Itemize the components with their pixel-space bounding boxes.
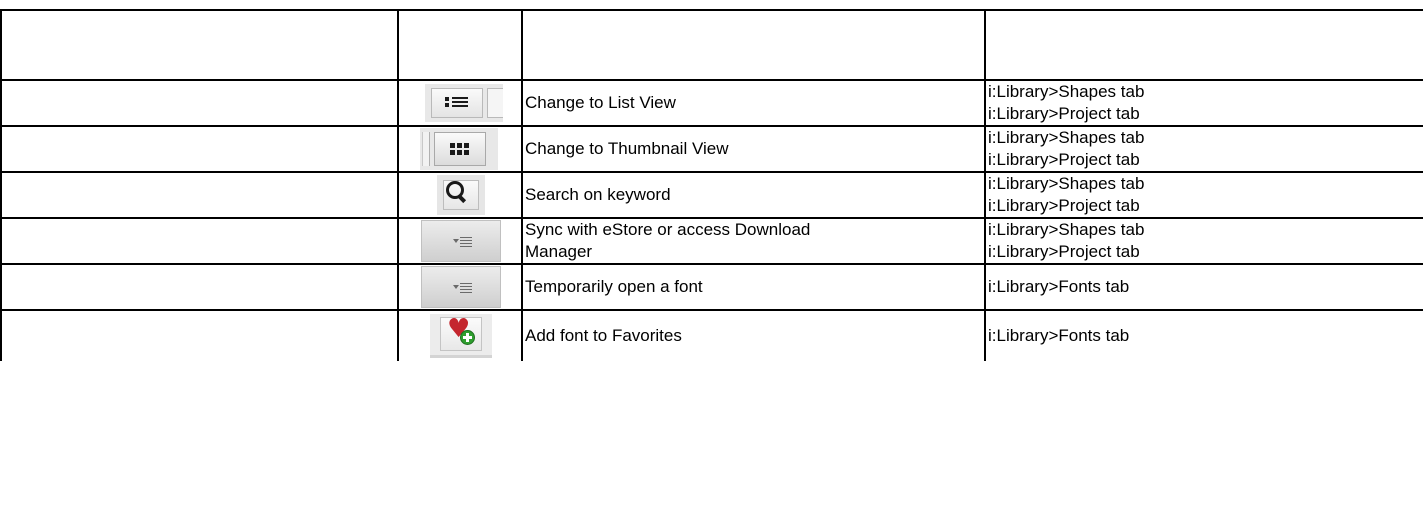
description-cell: Change to Thumbnail View — [521, 125, 986, 173]
icon-cell — [397, 171, 523, 219]
table-row: Change to Thumbnail View i:Library>Shape… — [0, 125, 1423, 173]
font-menu-icon — [421, 266, 501, 308]
add-favorite-heart-icon: ♥ — [430, 314, 492, 358]
location-text: i:Library>Fonts tab — [988, 277, 1130, 296]
location-cell: i:Library>Fonts tab — [984, 309, 1423, 361]
empty-cell — [0, 79, 399, 127]
thumbnail-view-icon — [420, 128, 498, 170]
search-icon — [437, 175, 485, 215]
header-cell — [0, 9, 399, 81]
sync-menu-icon — [421, 220, 501, 262]
location-cell: i:Library>Fonts tab — [984, 263, 1423, 311]
table-row: Search on keyword i:Library>Shapes tab i… — [0, 171, 1423, 219]
location-cell: i:Library>Shapes tab i:Library>Project t… — [984, 171, 1423, 219]
description-cell: Temporarily open a font — [521, 263, 986, 311]
list-view-icon — [425, 84, 503, 122]
location-text: i:Library>Project tab — [988, 150, 1140, 169]
header-cell — [397, 9, 523, 81]
empty-cell — [0, 217, 399, 265]
icon-cell — [397, 79, 523, 127]
empty-cell — [0, 309, 399, 361]
table-row: Temporarily open a font i:Library>Fonts … — [0, 263, 1423, 311]
table-row: Change to List View i:Library>Shapes tab… — [0, 79, 1423, 127]
description-text: Temporarily open a font — [525, 277, 703, 296]
icon-cell: ♥ — [397, 309, 523, 361]
description-text: Manager — [525, 242, 593, 261]
table-row: ♥ Add font to Favorites i:Library>Fonts … — [0, 309, 1423, 361]
location-text: i:Library>Project tab — [988, 242, 1140, 261]
empty-cell — [0, 125, 399, 173]
empty-cell — [0, 263, 399, 311]
location-cell: i:Library>Shapes tab i:Library>Project t… — [984, 79, 1423, 127]
location-text: i:Library>Shapes tab — [988, 82, 1145, 101]
location-cell: i:Library>Shapes tab i:Library>Project t… — [984, 217, 1423, 265]
location-cell: i:Library>Shapes tab i:Library>Project t… — [984, 125, 1423, 173]
description-cell: Change to List View — [521, 79, 986, 127]
header-cell — [521, 9, 986, 81]
description-text: Change to Thumbnail View — [525, 139, 729, 158]
location-text: i:Library>Fonts tab — [988, 326, 1130, 345]
description-text: Change to List View — [525, 93, 676, 112]
description-text: Search on keyword — [525, 185, 671, 204]
icon-cell — [397, 217, 523, 265]
location-text: i:Library>Shapes tab — [988, 220, 1145, 239]
icon-reference-table: Change to List View i:Library>Shapes tab… — [0, 9, 1423, 361]
icon-cell — [397, 263, 523, 311]
empty-cell — [0, 171, 399, 219]
description-text: Add font to Favorites — [525, 326, 682, 345]
location-text: i:Library>Shapes tab — [988, 128, 1145, 147]
table-row: Sync with eStore or access Download Mana… — [0, 217, 1423, 265]
description-text: Sync with eStore or access Download — [525, 220, 811, 239]
description-cell: Sync with eStore or access Download Mana… — [521, 217, 986, 265]
description-cell: Add font to Favorites — [521, 309, 986, 361]
header-row — [0, 9, 1423, 81]
page: Change to List View i:Library>Shapes tab… — [0, 0, 1423, 508]
icon-cell — [397, 125, 523, 173]
location-text: i:Library>Shapes tab — [988, 174, 1145, 193]
description-cell: Search on keyword — [521, 171, 986, 219]
location-text: i:Library>Project tab — [988, 104, 1140, 123]
header-cell — [984, 9, 1423, 81]
location-text: i:Library>Project tab — [988, 196, 1140, 215]
